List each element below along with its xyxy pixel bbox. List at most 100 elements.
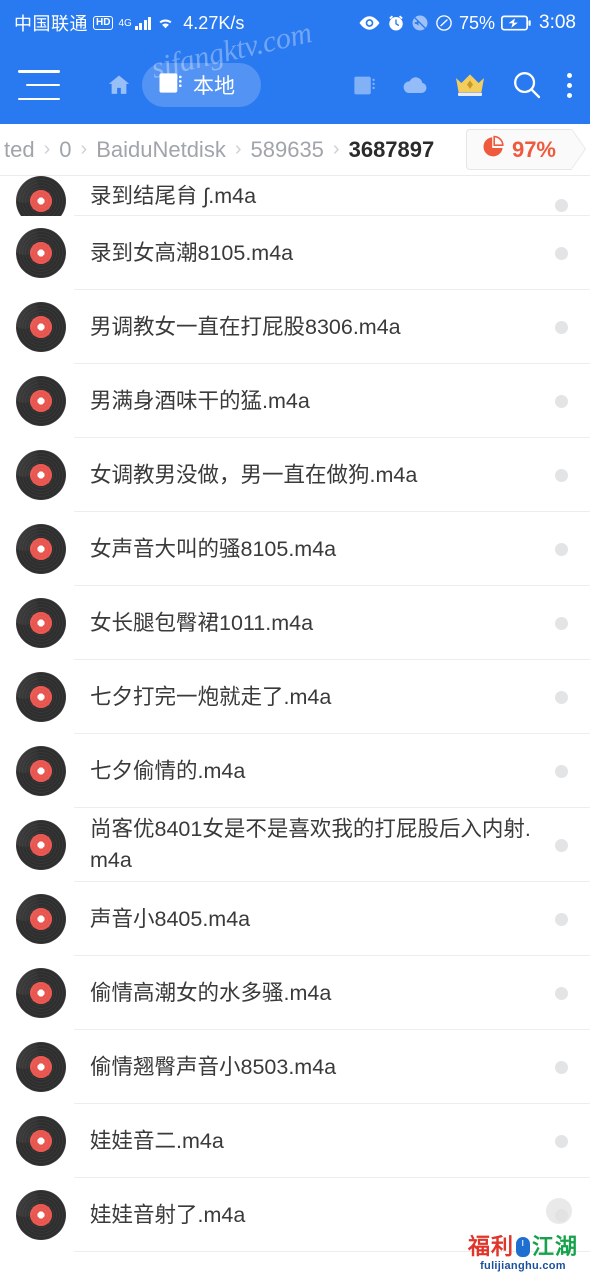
file-name-label: 偷情高潮女的水多骚.m4a xyxy=(90,980,332,1005)
more-options-dot[interactable] xyxy=(555,838,568,852)
dnd-icon xyxy=(435,14,453,32)
crown-icon[interactable] xyxy=(453,71,487,99)
breadcrumb-separator-icon: › xyxy=(43,138,51,160)
eye-icon xyxy=(358,15,381,31)
file-row[interactable]: 娃娃音二.m4a xyxy=(0,1104,590,1178)
battery-percent-label: 75% xyxy=(458,12,496,33)
hd-badge: HD xyxy=(93,16,114,30)
vinyl-record-icon xyxy=(16,672,66,722)
file-row[interactable]: 女调教男没做，男一直在做狗.m4a xyxy=(0,438,590,512)
pie-chart-icon xyxy=(481,135,505,164)
more-options-dot[interactable] xyxy=(555,320,568,334)
vinyl-record-icon xyxy=(16,524,66,574)
file-name-label: 娃娃音二.m4a xyxy=(90,1128,224,1153)
file-name-label: 录到结尾䏍 ʃ.m4a xyxy=(90,184,257,208)
wifi-icon xyxy=(156,16,175,31)
vinyl-record-icon xyxy=(16,450,66,500)
more-options-dot[interactable] xyxy=(555,986,568,1000)
file-name-label: 男满身酒味干的猛.m4a xyxy=(90,388,310,413)
mute-icon xyxy=(411,14,429,32)
signal-bars-icon xyxy=(134,16,152,30)
vinyl-record-icon xyxy=(16,1190,66,1240)
app-toolbar: 本地 xyxy=(0,46,590,124)
storage-usage-badge[interactable]: 97% xyxy=(465,129,572,170)
file-row[interactable]: 七夕打完一炮就走了.m4a xyxy=(0,660,590,734)
home-icon[interactable] xyxy=(106,72,132,98)
more-options-dot[interactable] xyxy=(555,199,568,212)
file-list[interactable]: 录到结尾䏍 ʃ.m4a 录到女高潮8105.m4a 男调教女一直在打屁股8306.m… xyxy=(0,176,590,1280)
breadcrumb-item[interactable]: 3687897 xyxy=(347,137,437,163)
breadcrumb-item[interactable]: BaiduNetdisk xyxy=(94,137,228,163)
file-row[interactable]: 女声音大叫的骚8105.m4a xyxy=(0,512,590,586)
file-row[interactable]: 声音小8405.m4a xyxy=(0,882,590,956)
status-bar: 中国联通 HD 4G 4.27K/s 75% 3:08 xyxy=(0,0,590,46)
file-name-label: 娃娃音射了.m4a xyxy=(90,1202,246,1227)
file-row[interactable]: 录到女高潮8105.m4a xyxy=(0,216,590,290)
more-options-dot[interactable] xyxy=(555,764,568,778)
file-row[interactable]: 娃娃音射了.m4a xyxy=(0,1178,590,1252)
alarm-clock-icon xyxy=(387,14,405,32)
more-options-dot[interactable] xyxy=(555,246,568,260)
more-options-dot[interactable] xyxy=(555,1060,568,1074)
vinyl-record-icon xyxy=(16,820,66,870)
more-options-dot[interactable] xyxy=(555,690,568,704)
file-row[interactable]: 偷情翘臀声音小8503.m4a xyxy=(0,1030,590,1104)
overflow-menu-icon[interactable] xyxy=(567,72,572,98)
storage-percent-label: 97% xyxy=(511,136,556,162)
breadcrumb-item[interactable]: ted xyxy=(2,137,37,163)
carrier-label: 中国联通 xyxy=(14,14,88,34)
breadcrumb-separator-icon: › xyxy=(234,138,242,160)
search-icon[interactable] xyxy=(511,69,543,101)
vinyl-record-icon xyxy=(16,894,66,944)
breadcrumb-items: ted › 0 › BaiduNetdisk › 589635 › 3687897 xyxy=(2,137,466,163)
file-name-label: 偷情翘臀声音小8503.m4a xyxy=(90,1054,337,1079)
file-name-label: 尚客优8401女是不是喜欢我的打屁股后入内射.m4a xyxy=(90,817,531,872)
file-row[interactable]: 女长腿包臀裙1011.m4a xyxy=(0,586,590,660)
vinyl-record-icon xyxy=(16,302,66,352)
file-name-label: 女声音大叫的骚8105.m4a xyxy=(90,536,337,561)
battery-charging-icon xyxy=(501,15,531,31)
cloud-icon[interactable] xyxy=(401,75,429,95)
more-options-dot[interactable] xyxy=(555,912,568,926)
file-name-label: 女长腿包臀裙1011.m4a xyxy=(90,610,314,635)
status-bar-left: 中国联通 HD 4G 4.27K/s xyxy=(14,10,244,36)
breadcrumb-separator-icon: › xyxy=(332,138,340,160)
breadcrumb: ted › 0 › BaiduNetdisk › 589635 › 3687897 97% xyxy=(0,124,590,176)
file-row[interactable]: 男调教女一直在打屁股8306.m4a xyxy=(0,290,590,364)
sdcard-icon xyxy=(158,72,184,99)
file-name-label: 男调教女一直在打屁股8306.m4a xyxy=(90,314,401,339)
vinyl-record-icon xyxy=(16,746,66,796)
sdcard-icon[interactable] xyxy=(353,75,377,96)
file-row[interactable]: 尚客优8401女是不是喜欢我的打屁股后入内射.m4a xyxy=(0,808,590,882)
toolbar-actions xyxy=(353,69,572,101)
file-name-label: 声音小8405.m4a xyxy=(90,906,251,931)
file-name-label: 女调教男没做，男一直在做狗.m4a xyxy=(90,462,418,487)
watermark-bubble xyxy=(546,1198,572,1224)
vinyl-record-icon xyxy=(16,598,66,648)
file-row[interactable]: 男满身酒味干的猛.m4a xyxy=(0,364,590,438)
vinyl-record-icon xyxy=(16,1116,66,1166)
file-row[interactable]: 偷情高潮女的水多骚.m4a xyxy=(0,956,590,1030)
breadcrumb-item[interactable]: 589635 xyxy=(249,137,326,163)
vinyl-record-icon xyxy=(16,968,66,1018)
tab-local[interactable]: 本地 xyxy=(142,63,261,107)
more-options-dot[interactable] xyxy=(555,1134,568,1148)
vinyl-record-icon xyxy=(16,376,66,426)
file-row[interactable]: 录到结尾䏍 ʃ.m4a xyxy=(0,176,590,226)
file-name-label: 录到女高潮8105.m4a xyxy=(90,240,294,265)
more-options-dot[interactable] xyxy=(555,616,568,630)
vinyl-record-icon xyxy=(16,228,66,278)
network-type-label: 4G xyxy=(118,17,132,29)
more-options-dot[interactable] xyxy=(555,394,568,408)
file-name-label: 七夕打完一炮就走了.m4a xyxy=(90,684,332,709)
tab-local-label: 本地 xyxy=(193,75,235,98)
hamburger-menu-icon[interactable] xyxy=(18,70,60,100)
file-name-label: 七夕偷情的.m4a xyxy=(90,758,246,783)
status-bar-right: 75% 3:08 xyxy=(358,12,576,34)
breadcrumb-item[interactable]: 0 xyxy=(57,137,73,163)
more-options-dot[interactable] xyxy=(555,542,568,556)
clock-label: 3:08 xyxy=(539,12,576,33)
more-options-dot[interactable] xyxy=(555,468,568,482)
file-row[interactable]: 七夕偷情的.m4a xyxy=(0,734,590,808)
network-speed-label: 4.27K/s xyxy=(183,12,245,33)
